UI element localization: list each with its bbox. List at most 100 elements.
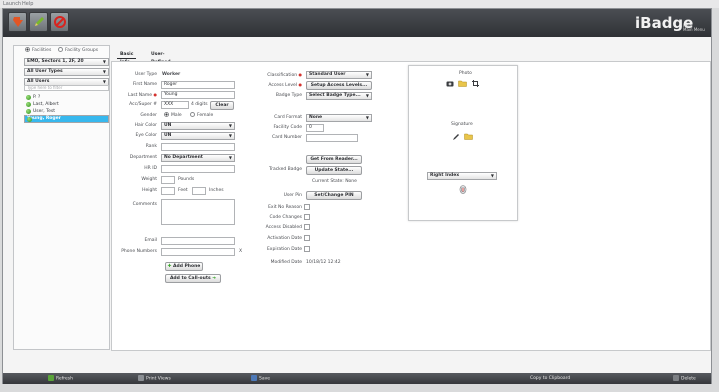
radio-facilities-dot[interactable] [25, 47, 30, 52]
phone-numbers-label: Phone Numbers [121, 249, 157, 254]
user-list-item[interactable]: User, Test [24, 108, 109, 115]
pen-icon[interactable] [452, 133, 460, 141]
facility-select[interactable]: EMO, Sectors 1, 2F, 20 ▼ [24, 58, 109, 66]
photo-signature-card [408, 65, 518, 221]
refresh-button[interactable]: Refresh [48, 375, 73, 383]
app-home-icon [13, 17, 23, 27]
users-select-value: All Users [27, 79, 50, 84]
print-views-label: Print Views [146, 376, 171, 382]
menu-help[interactable]: Help [22, 1, 33, 7]
required-icon: ● [153, 92, 158, 97]
finger-select[interactable]: Right Index ▼ [427, 172, 497, 180]
hr-id-label: HR ID [144, 166, 157, 171]
card-number-field[interactable] [306, 134, 358, 142]
height-feet-field[interactable] [161, 187, 175, 195]
trash-icon [673, 375, 679, 381]
get-from-reader-button[interactable]: Get From Reader... [306, 155, 362, 164]
copy-to-clipboard-button[interactable]: Copy to Clipboard [530, 375, 570, 382]
edit-pencil-icon [35, 17, 44, 26]
required-icon: ● [298, 72, 303, 77]
ssn-label: Acc/Super # [129, 102, 157, 107]
code-changes-checkbox[interactable] [304, 214, 310, 220]
gender-label: Gender [140, 113, 157, 118]
user-types-select[interactable]: All User Types ▼ [24, 68, 109, 76]
user-filter-input[interactable]: Type here to filter [24, 85, 109, 91]
eye-color-select[interactable]: UN ▼ [161, 132, 235, 140]
update-state-button[interactable]: Update State... [306, 166, 362, 175]
cancel-button[interactable] [50, 12, 69, 32]
gender-male[interactable]: Male [164, 112, 182, 118]
facility-code-field[interactable]: 0 [306, 124, 324, 132]
radio-facility-groups[interactable]: Facility Groups [58, 47, 98, 53]
badge-type-select[interactable]: Select Badge Type... ▼ [306, 92, 372, 100]
gender-female[interactable]: Female [190, 112, 213, 118]
photo-label: Photo [459, 71, 472, 76]
folder-icon[interactable] [464, 133, 473, 140]
last-name-field[interactable]: Young [161, 91, 235, 99]
tab-basic-info[interactable]: Basic Info [117, 51, 137, 65]
callout-icon: ➜ [212, 276, 217, 281]
add-to-callouts-button[interactable]: Add to Call-outs ➜ [165, 274, 221, 283]
add-phone-button[interactable]: ✚ Add Phone [165, 262, 203, 271]
ssn-field[interactable]: XXX [161, 101, 189, 109]
radio-facilities[interactable]: Facilities [25, 47, 51, 53]
hr-id-field[interactable] [161, 165, 235, 173]
main-menu-link[interactable]: Main Menu [683, 28, 705, 32]
crop-icon[interactable] [472, 80, 479, 87]
tab-user-defined-fields[interactable]: User-Defined Fields [148, 51, 174, 73]
signature-label: Signature [451, 122, 473, 127]
folder-icon[interactable] [458, 80, 467, 87]
clear-button[interactable]: Clear [210, 101, 234, 110]
brand-sub[interactable]: Help Main Menu [683, 24, 705, 32]
home-button[interactable] [8, 12, 27, 32]
department-select[interactable]: No Department ▼ [161, 154, 235, 162]
first-name-field[interactable]: Roger [161, 81, 235, 89]
classification-label-text: Classification [267, 73, 298, 78]
expiration-date-checkbox[interactable] [304, 246, 310, 252]
rank-label: Rank [145, 144, 157, 149]
access-level-label-text: Access Level [268, 83, 298, 88]
hair-color-label: Hair Color [134, 123, 157, 128]
card-format-select[interactable]: None ▼ [306, 114, 372, 122]
comments-field[interactable] [161, 199, 235, 225]
user-name: Young, Roger [27, 116, 61, 121]
menu-launch[interactable]: Launch [3, 1, 21, 7]
set-change-pin-button[interactable]: Set/Change PIN [306, 191, 362, 200]
print-views-button[interactable]: Print Views [138, 375, 171, 383]
card-format-label: Card Format [274, 115, 302, 120]
radio-facility-groups-dot[interactable] [58, 47, 63, 52]
rank-field[interactable] [161, 143, 235, 151]
exit-no-reason-checkbox[interactable] [304, 204, 310, 210]
radio-male[interactable] [164, 112, 169, 117]
save-icon [251, 375, 257, 381]
camera-icon[interactable] [446, 80, 454, 87]
user-status-icon [26, 95, 31, 100]
save-button[interactable]: Save [251, 375, 270, 383]
male-label: Male [171, 113, 182, 118]
height-inches-field[interactable] [192, 187, 206, 195]
email-field[interactable] [161, 237, 235, 245]
delete-button[interactable]: Delete [673, 375, 696, 383]
add-icon: ✚ [167, 264, 172, 269]
remove-phone-icon[interactable]: X [239, 249, 242, 254]
radio-female[interactable] [190, 112, 195, 117]
weight-field[interactable] [161, 176, 175, 184]
activation-date-checkbox[interactable] [304, 235, 310, 241]
copy-to-clipboard-label: Copy to Clipboard [530, 376, 571, 381]
card-number-label: Card Number [271, 135, 302, 140]
setup-access-levels-button[interactable]: Setup Access Levels... [306, 81, 372, 90]
user-list-item-selected[interactable]: Young, Roger [24, 115, 109, 123]
facility-code-label: Facility Code [273, 125, 302, 130]
hair-color-select[interactable]: UN ▼ [161, 122, 235, 130]
access-disabled-checkbox[interactable] [304, 224, 310, 230]
menu-bar: Launch Help [0, 0, 719, 8]
user-list-item[interactable]: Last, Albert [24, 101, 109, 108]
phone-field[interactable] [161, 248, 235, 256]
edit-button[interactable] [29, 12, 48, 32]
user-name: P. ? [33, 95, 41, 100]
bottom-toolbar: Refresh Print Views Save Copy to Clipboa… [3, 373, 711, 384]
classification-select[interactable]: Standard User ▼ [306, 71, 372, 79]
finger-select-value: Right Index [430, 173, 460, 178]
user-list-item[interactable]: P. ? [24, 94, 109, 101]
fingerprint-icon[interactable] [459, 185, 467, 194]
